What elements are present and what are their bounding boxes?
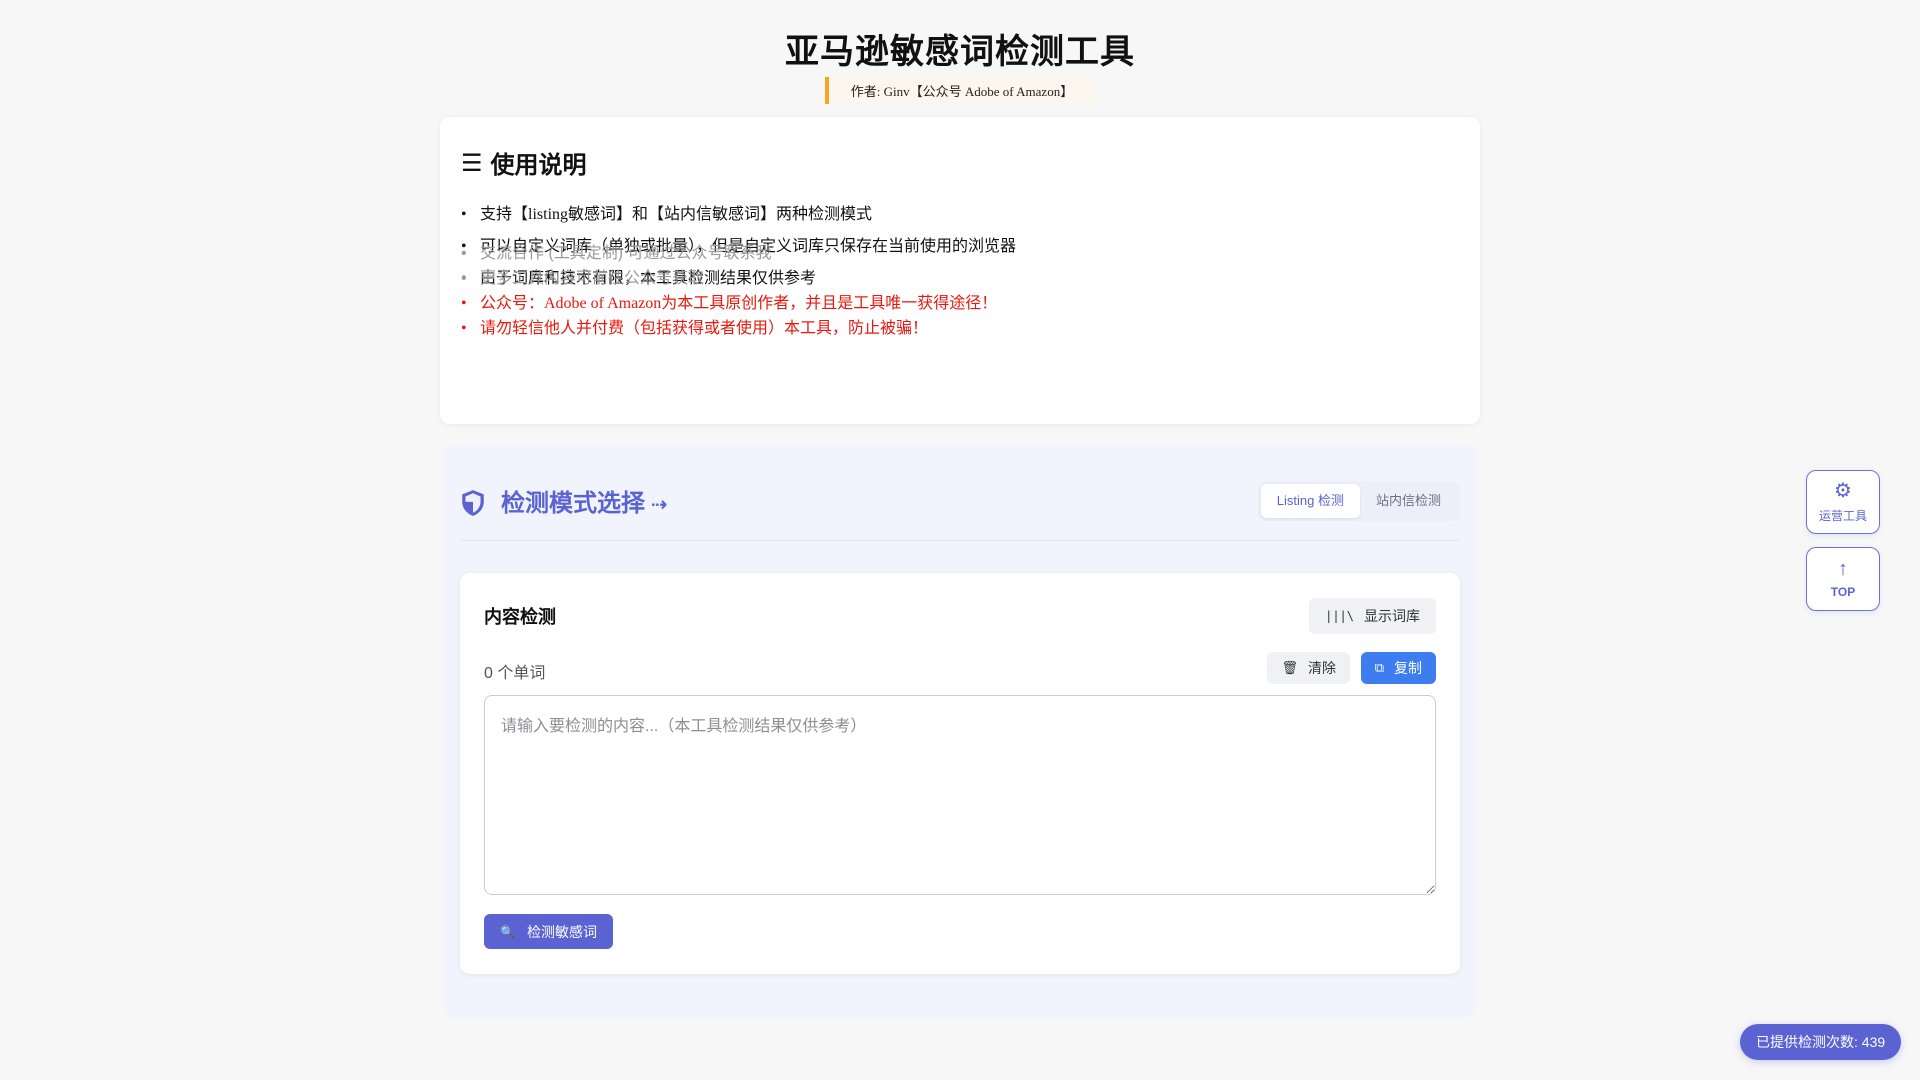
note-more-tools: 更多工具内容可前往公众号获取 [461,266,997,291]
arrow-up-icon: ↑ [1838,558,1848,580]
author-banner: 作者: Ginv【公众号 Adobe of Amazon】 [824,77,1096,104]
operation-tools-button[interactable]: ⚙ 运营工具 [1806,470,1880,534]
copy-label: 复制 [1394,660,1422,676]
copy-icon: ⧉ [1374,660,1384,675]
instructions-card: ☰ 使用说明 支持【listing敏感词】和【站内信敏感词】两种检测模式 可以自… [440,117,1480,424]
tab-message[interactable]: 站内信检测 [1360,484,1457,518]
gear-icon: ⚙ [1834,479,1852,502]
notes-list: 交流合作 (工具定制) 可通过公众号联系我 更多工具内容可前往公众号获取 公众号… [461,241,997,341]
page-title: 亚马逊敏感词检测工具 [785,32,1135,72]
trash-icon: 🗑 [1281,660,1298,675]
mode-tabs: Listing 检测 站内信检测 [1257,481,1460,521]
word-count: 0 个单词 [484,665,546,682]
note-contact: 交流合作 (工具定制) 可通过公众号联系我 [461,241,997,266]
detect-label: 检测敏感词 [526,923,597,940]
clear-button[interactable]: 🗑 清除 [1267,652,1350,684]
mode-title: 检测模式选择 ⇢ [501,483,668,518]
mode-panel: 检测模式选择 ⇢ Listing 检测 站内信检测 内容检测 |||\ 显示词库 … [444,445,1476,1018]
show-library-button[interactable]: |||\ 显示词库 [1309,598,1436,634]
note-scam-warning: 请勿轻信他人并付费（包括获得或者使用）本工具，防止被骗！ [461,316,997,341]
mode-header: 检测模式选择 ⇢ Listing 检测 站内信检测 [460,445,1460,541]
tab-listing[interactable]: Listing 检测 [1260,484,1360,518]
arrow-right-icon: ⇢ [651,492,668,516]
copy-button[interactable]: ⧉ 复制 [1360,652,1436,684]
instructions-title: 使用说明 [490,151,587,179]
search-icon: 🔍 [500,924,515,939]
show-library-label: 显示词库 [1364,608,1420,624]
menu-icon: ☰ [461,148,483,177]
operation-tools-label: 运营工具 [1818,508,1867,523]
content-title: 内容检测 [484,607,556,628]
mode-title-text: 检测模式选择 [501,489,645,517]
back-to-top-button[interactable]: ↑ TOP [1806,547,1880,611]
content-card: 内容检测 |||\ 显示词库 0 个单词 🗑 清除 ⧉ 复制 🔍 检测敏感词 [460,573,1460,974]
instructions-heading: ☰ 使用说明 [461,145,587,180]
shield-icon [462,490,484,516]
clear-label: 清除 [1308,660,1336,676]
detect-button[interactable]: 🔍 检测敏感词 [484,914,613,949]
back-to-top-label: TOP [1830,585,1856,599]
library-icon: |||\ [1325,609,1354,623]
detection-counter-badge: 已提供检测次数: 439 [1740,1024,1902,1060]
note-official-source: 公众号：Adobe of Amazon为本工具原创作者，并且是工具唯一获得途径！ [461,291,997,316]
list-item: 支持【listing敏感词】和【站内信敏感词】两种检测模式 [461,199,1016,231]
content-input[interactable] [484,695,1436,895]
